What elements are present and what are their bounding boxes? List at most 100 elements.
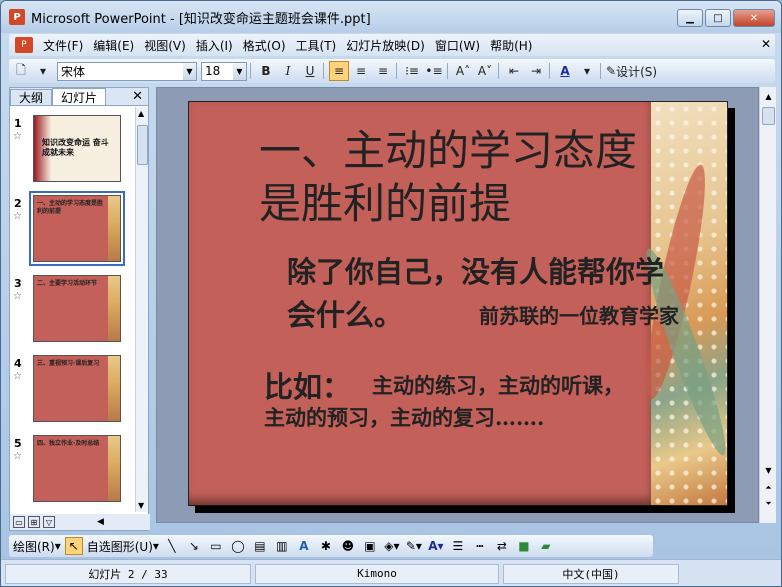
font-color-icon[interactable]: A <box>555 61 575 81</box>
scroll-thumb[interactable] <box>762 107 775 125</box>
quote-line-1[interactable]: 除了你自己，没有人能帮你学 <box>287 252 664 292</box>
chevron-down-icon[interactable]: ▾ <box>577 61 597 81</box>
separator <box>549 63 550 79</box>
decrease-font-icon[interactable]: A˅ <box>475 61 495 81</box>
document-icon[interactable]: P <box>15 37 33 53</box>
close-button[interactable]: ✕ <box>733 9 775 27</box>
previous-slide-icon[interactable]: ⏶ <box>762 481 775 495</box>
line-style-icon[interactable]: ☰ <box>449 537 467 555</box>
scroll-thumb[interactable] <box>137 125 148 165</box>
font-size-select[interactable]: 18 ▼ <box>201 61 247 81</box>
slide-thumbnail[interactable]: 2 ☆ 一、主动的学习态度是胜利的前提 <box>10 191 136 270</box>
rectangle-icon[interactable]: ▭ <box>207 537 225 555</box>
minimize-button[interactable]: ▁ <box>677 9 703 27</box>
scroll-up-icon[interactable]: ▲ <box>762 89 775 103</box>
textbox-icon[interactable]: ▤ <box>251 537 269 555</box>
tab-slides[interactable]: 幻灯片 <box>52 88 107 105</box>
chevron-down-icon[interactable]: ▼ <box>233 62 246 80</box>
chevron-down-icon[interactable]: ▼ <box>183 62 196 80</box>
align-right-icon[interactable]: ≡ <box>373 61 393 81</box>
align-center-icon[interactable]: ≡ <box>351 61 371 81</box>
slide-sorter-icon[interactable]: ⊞ <box>28 516 40 528</box>
current-slide[interactable]: 一、主动的学习态度是胜利的前提 除了你自己，没有人能帮你学 会什么。 前苏联的一… <box>188 101 736 506</box>
menu-window[interactable]: 窗口(W) <box>435 37 480 54</box>
window-title: Microsoft PowerPoint - [知识改变命运主题班会课件.ppt… <box>31 11 371 27</box>
quote-line-2[interactable]: 会什么。 <box>287 292 403 334</box>
font-color-icon[interactable]: A▾ <box>427 537 445 555</box>
example-label[interactable]: 比如： <box>264 364 351 406</box>
line-icon[interactable]: ╲ <box>163 537 181 555</box>
vertical-textbox-icon[interactable]: ▥ <box>273 537 291 555</box>
underline-button[interactable]: U <box>300 61 320 81</box>
3d-style-icon[interactable]: ▰ <box>537 537 555 555</box>
dash-style-icon[interactable]: ┅ <box>471 537 489 555</box>
shadow-style-icon[interactable]: ■ <box>515 537 533 555</box>
menu-file[interactable]: 文件(F) <box>43 37 83 54</box>
diagram-icon[interactable]: ✱ <box>317 537 335 555</box>
draw-menu-label: 绘图(R) <box>13 539 55 554</box>
font-value: 宋体 <box>61 64 86 79</box>
slide-editor: 一、主动的学习态度是胜利的前提 除了你自己，没有人能帮你学 会什么。 前苏联的一… <box>156 87 759 523</box>
slide-preview: 四、独立作业·及时总结 <box>33 435 121 502</box>
separator <box>323 63 324 79</box>
separator <box>447 63 448 79</box>
arrow-icon[interactable]: ↘ <box>185 537 203 555</box>
slide-thumbnail[interactable]: 4 ☆ 三、重视预习·课后复习 <box>10 355 136 430</box>
picture-icon[interactable]: ▣ <box>361 537 379 555</box>
menu-tools[interactable]: 工具(T) <box>296 37 337 54</box>
scroll-left-icon[interactable]: ◀ <box>97 517 104 527</box>
slide-thumbnail[interactable]: 5 ☆ 四、独立作业·及时总结 <box>10 435 136 510</box>
align-left-icon[interactable]: ≡ <box>329 61 349 81</box>
menu-format[interactable]: 格式(O) <box>243 37 286 54</box>
clipart-icon[interactable]: ☻ <box>339 537 357 555</box>
next-slide-icon[interactable]: ⏷ <box>762 497 775 511</box>
scroll-down-icon[interactable]: ▼ <box>762 463 775 477</box>
drawing-toolbar: 绘图(R) ▾ ↖ 自选图形(U) ▾ ╲ ↘ ▭ ◯ ▤ ▥ A ✱ ☻ ▣ … <box>9 535 653 557</box>
font-select[interactable]: 宋体 ▼ <box>57 61 197 81</box>
slide-thumbnail[interactable]: 1 ☆ 知识改变命运 奋斗成就未来 <box>10 115 136 190</box>
slideshow-icon[interactable]: ▽ <box>43 516 55 528</box>
menu-edit[interactable]: 编辑(E) <box>93 37 134 54</box>
autoshapes-button[interactable]: 自选图形(U) ▾ <box>87 537 159 555</box>
scroll-down-icon[interactable]: ▼ <box>138 501 144 510</box>
fill-color-icon[interactable]: ◈▾ <box>383 537 401 555</box>
slide-scrollbar[interactable]: ▲ ▼ ⏶ ⏷ <box>759 87 776 523</box>
thumbnail-scrollbar[interactable]: ▲ ▼ <box>135 107 148 512</box>
example-line-2[interactable]: 主动的预习，主动的复习……. <box>264 402 544 432</box>
example-line-1[interactable]: 主动的练习，主动的听课， <box>372 370 624 400</box>
menu-help[interactable]: 帮助(H) <box>490 37 532 54</box>
line-color-icon[interactable]: ✎▾ <box>405 537 423 555</box>
slide-decoration <box>108 196 120 261</box>
menu-view[interactable]: 视图(V) <box>144 37 186 54</box>
maximize-button[interactable]: □ <box>705 9 731 27</box>
design-button[interactable]: ✎ 设计(S) <box>606 61 657 81</box>
italic-button[interactable]: I <box>278 61 298 81</box>
slide-thumbnail[interactable]: 3 ☆ 二、主要学习活动环节 <box>10 275 136 350</box>
numbering-icon[interactable]: ⁝≡ <box>402 61 422 81</box>
wordart-icon[interactable]: A <box>295 537 313 555</box>
menu-slideshow[interactable]: 幻灯片放映(D) <box>346 37 425 54</box>
increase-font-icon[interactable]: A˄ <box>453 61 473 81</box>
new-document-icon[interactable]: 🗋 <box>11 61 31 81</box>
bullets-icon[interactable]: •≡ <box>424 61 444 81</box>
increase-indent-icon[interactable]: ⇥ <box>526 61 546 81</box>
formatting-toolbar: 🗋 ▾ 宋体 ▼ 18 ▼ B I U ≡ ≡ ≡ ⁝≡ •≡ A˄ A˅ ⇤ … <box>9 59 775 83</box>
scroll-up-icon[interactable]: ▲ <box>138 109 144 118</box>
close-pane-icon[interactable]: ✕ <box>132 89 143 104</box>
normal-view-icon[interactable]: ▭ <box>13 516 25 528</box>
arrow-style-icon[interactable]: ⇄ <box>493 537 511 555</box>
animation-star-icon: ☆ <box>13 451 22 462</box>
slide-heading[interactable]: 一、主动的学习态度是胜利的前提 <box>259 124 659 230</box>
bold-button[interactable]: B <box>256 61 276 81</box>
menu-insert[interactable]: 插入(I) <box>196 37 233 54</box>
quote-source[interactable]: 前苏联的一位教育学家 <box>479 300 679 329</box>
decrease-indent-icon[interactable]: ⇤ <box>504 61 524 81</box>
oval-icon[interactable]: ◯ <box>229 537 247 555</box>
draw-menu-button[interactable]: 绘图(R) ▾ <box>13 537 61 555</box>
tab-outline[interactable]: 大纲 <box>10 89 53 105</box>
toolbar-options-icon[interactable]: ▾ <box>33 61 53 81</box>
powerpoint-app-icon[interactable]: P <box>9 9 25 25</box>
chevron-down-icon: ▾ <box>54 539 61 553</box>
select-pointer-icon[interactable]: ↖ <box>64 537 83 555</box>
close-document-icon[interactable]: ✕ <box>761 37 771 51</box>
